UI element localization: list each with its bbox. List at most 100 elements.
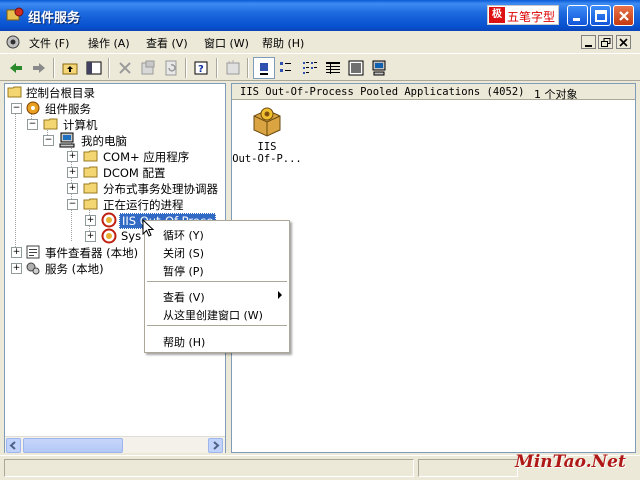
tree-horizontal-scrollbar[interactable] — [5, 436, 225, 453]
tree-item-label: 分布式事务处理协调器 — [103, 182, 218, 196]
collapse-toggle[interactable]: − — [43, 135, 54, 146]
folder-icon — [83, 150, 98, 162]
menu-separator — [147, 281, 287, 282]
mdi-restore-button[interactable] — [598, 35, 613, 49]
context-menu-pause[interactable]: 暂停 (P) — [147, 260, 287, 278]
computer-icon — [59, 132, 75, 148]
tree-item-component-services[interactable]: − 组件服务 — [5, 100, 225, 116]
show-hide-tree-button[interactable] — [83, 57, 105, 79]
result-pane[interactable]: IIS Out-Of-Process Pooled Applications (… — [231, 83, 636, 453]
tree-item-label: DCOM 配置 — [103, 166, 166, 180]
submenu-arrow-icon — [278, 291, 282, 299]
large-icons-icon — [260, 63, 268, 75]
scroll-left-button[interactable] — [6, 438, 21, 453]
maximize-button[interactable] — [590, 5, 611, 26]
folder-open-icon — [43, 118, 58, 130]
tree-item-label: 计算机 — [63, 118, 98, 132]
tree-item-computers[interactable]: − 计算机 — [5, 116, 225, 132]
minimize-icon — [573, 18, 580, 21]
new-window-button[interactable] — [222, 57, 244, 79]
context-menu-shutdown[interactable]: 关闭 (S) — [147, 242, 287, 260]
expand-toggle[interactable]: + — [85, 215, 96, 226]
menu-window[interactable]: 窗口 (W) — [204, 35, 249, 51]
expand-toggle[interactable]: + — [85, 231, 96, 242]
tree-item-label: COM+ 应用程序 — [103, 150, 190, 164]
refresh-icon — [165, 60, 177, 76]
computer-view-button[interactable] — [368, 57, 390, 79]
result-pane-title: IIS Out-Of-Process Pooled Applications (… — [240, 86, 525, 98]
status-view-button[interactable] — [345, 57, 367, 79]
list-view-button[interactable] — [299, 57, 321, 79]
small-icons-icon — [280, 62, 291, 72]
collapse-toggle[interactable]: − — [27, 119, 38, 130]
up-one-level-button[interactable] — [59, 57, 81, 79]
close-icon — [619, 38, 628, 47]
context-menu-view[interactable]: 查看 (V) — [147, 286, 287, 304]
help-icon: ? — [194, 61, 208, 75]
ime-icon: 极 — [489, 7, 505, 23]
mdi-close-button[interactable] — [616, 35, 631, 49]
tree-item-my-computer[interactable]: − 我的电脑 — [5, 132, 225, 148]
help-button[interactable]: ? — [191, 57, 213, 79]
arrow-right-icon — [33, 63, 45, 73]
expand-toggle[interactable]: + — [11, 263, 22, 274]
folder-up-icon — [62, 63, 78, 75]
expand-toggle[interactable]: + — [67, 167, 78, 178]
forward-button[interactable] — [28, 57, 50, 79]
menu-help[interactable]: 帮助 (H) — [262, 35, 304, 51]
tree-item-label: 正在运行的进程 — [103, 198, 184, 212]
ime-indicator[interactable]: 极 五笔字型 — [487, 5, 559, 25]
tree-item-console-root[interactable]: 控制台根目录 — [5, 84, 225, 100]
title-bar[interactable]: 组件服务 极 五笔字型 — [0, 0, 640, 31]
context-menu: 循环 (Y) 关闭 (S) 暂停 (P) 查看 (V) 从这里创建窗口 (W) … — [144, 220, 290, 353]
expand-toggle[interactable]: + — [67, 151, 78, 162]
status-panel — [4, 459, 414, 477]
console-tree-icon — [86, 61, 102, 75]
tree-item-label: 服务 (本地) — [45, 262, 104, 276]
detail-view-button[interactable] — [322, 57, 344, 79]
minimize-icon — [585, 45, 592, 47]
properties-button[interactable] — [137, 57, 159, 79]
delete-button[interactable] — [114, 57, 136, 79]
expand-toggle[interactable]: + — [67, 183, 78, 194]
chevron-left-icon — [9, 441, 16, 450]
detail-view-icon — [326, 62, 340, 74]
running-process-icon — [101, 212, 117, 228]
menu-view[interactable]: 查看 (V) — [146, 35, 188, 51]
close-button[interactable] — [613, 5, 634, 26]
scroll-thumb[interactable] — [23, 438, 123, 453]
menu-item-label: 帮助 (H) — [163, 336, 206, 349]
watermark: MinTao.Net — [515, 452, 626, 472]
minimize-button[interactable] — [567, 5, 588, 26]
context-menu-new-window[interactable]: 从这里创建窗口 (W) — [147, 304, 287, 322]
menu-item-label: 暂停 (P) — [163, 265, 204, 278]
services-gear-icon — [26, 262, 40, 275]
window-title: 组件服务 — [28, 11, 81, 26]
collapse-toggle[interactable]: − — [11, 103, 22, 114]
refresh-button[interactable] — [160, 57, 182, 79]
scroll-right-button[interactable] — [208, 438, 223, 453]
list-item-iis[interactable]: IIS Out-Of-P... — [232, 104, 302, 174]
tree-item-dcom-config[interactable]: + DCOM 配置 — [5, 164, 225, 180]
list-item-label: IIS Out-Of-P... — [232, 141, 302, 165]
status-view-icon — [348, 60, 364, 76]
tree-item-label: Sys — [121, 229, 142, 243]
menu-action[interactable]: 操作 (A) — [88, 35, 130, 51]
tree-item-dtc[interactable]: + 分布式事务处理协调器 — [5, 180, 225, 196]
back-button[interactable] — [5, 57, 27, 79]
context-menu-recycle[interactable]: 循环 (Y) — [147, 224, 287, 242]
collapse-toggle[interactable]: − — [67, 199, 78, 210]
menu-bar: 文件 (F) 操作 (A) 查看 (V) 窗口 (W) 帮助 (H) — [0, 31, 640, 53]
large-icons-button[interactable] — [253, 57, 275, 79]
mdi-minimize-button[interactable] — [581, 35, 596, 49]
small-icons-button[interactable] — [276, 57, 298, 79]
tree-item-running-processes[interactable]: − 正在运行的进程 — [5, 196, 225, 212]
package-icon — [250, 104, 284, 138]
status-panel — [418, 459, 518, 477]
menu-file[interactable]: 文件 (F) — [29, 35, 69, 51]
console-icon[interactable] — [5, 34, 21, 50]
arrow-left-icon — [10, 63, 22, 73]
tree-item-com-applications[interactable]: + COM+ 应用程序 — [5, 148, 225, 164]
expand-toggle[interactable]: + — [11, 247, 22, 258]
context-menu-help[interactable]: 帮助 (H) — [147, 331, 287, 349]
